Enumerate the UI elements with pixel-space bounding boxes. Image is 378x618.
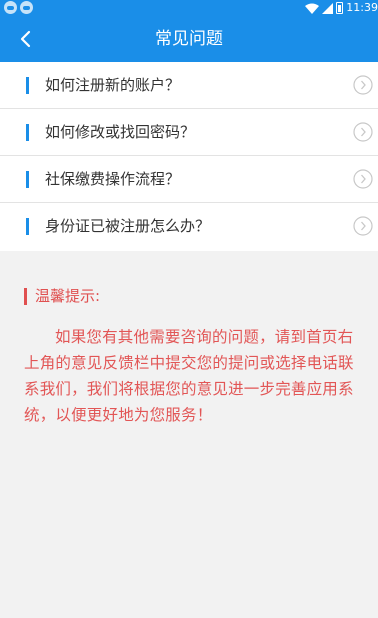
faq-marker xyxy=(26,77,29,94)
faq-item-label: 社保缴费操作流程？ xyxy=(45,170,181,188)
faq-item-password[interactable]: 如何修改或找回密码？ xyxy=(0,109,378,156)
faq-marker xyxy=(26,171,29,188)
tip-body: 如果您有其他需要咨询的问题，请到首页右上角的意见反馈栏中提交您的提问或选择电话联… xyxy=(24,328,354,424)
faq-item-register[interactable]: 如何注册新的账户？ xyxy=(0,62,378,109)
faq-marker xyxy=(26,218,29,235)
signal-icon xyxy=(322,2,334,14)
status-bar: 11:39 xyxy=(0,0,378,16)
nav-bar: 常见问题 xyxy=(0,16,378,62)
notification-icons xyxy=(4,1,33,14)
faq-marker xyxy=(26,124,29,141)
chevron-right-circle-icon xyxy=(353,122,373,142)
battery-icon xyxy=(336,2,344,14)
faq-list: 如何注册新的账户？ 如何修改或找回密码？ 社保缴费操作流程？ 身份证已被注册怎么… xyxy=(0,62,378,251)
tip-marker xyxy=(24,288,27,305)
wifi-icon xyxy=(305,3,320,14)
faq-item-id-registered[interactable]: 身份证已被注册怎么办？ xyxy=(0,203,378,251)
faq-item-payment-process[interactable]: 社保缴费操作流程？ xyxy=(0,156,378,203)
faq-item-label: 如何注册新的账户？ xyxy=(45,76,181,94)
page-title: 常见问题 xyxy=(155,29,223,49)
chevron-right-circle-icon xyxy=(353,169,373,189)
status-time: 11:39 xyxy=(346,1,378,14)
tip-title: 温馨提示: xyxy=(35,287,101,305)
chevron-right-circle-icon xyxy=(353,75,373,95)
faq-item-label: 如何修改或找回密码？ xyxy=(45,123,196,141)
chevron-right-circle-icon xyxy=(353,216,373,236)
notification-icon xyxy=(4,1,17,14)
system-status: 11:39 xyxy=(305,0,378,16)
notification-icon xyxy=(20,1,33,14)
faq-item-label: 身份证已被注册怎么办？ xyxy=(45,217,211,235)
